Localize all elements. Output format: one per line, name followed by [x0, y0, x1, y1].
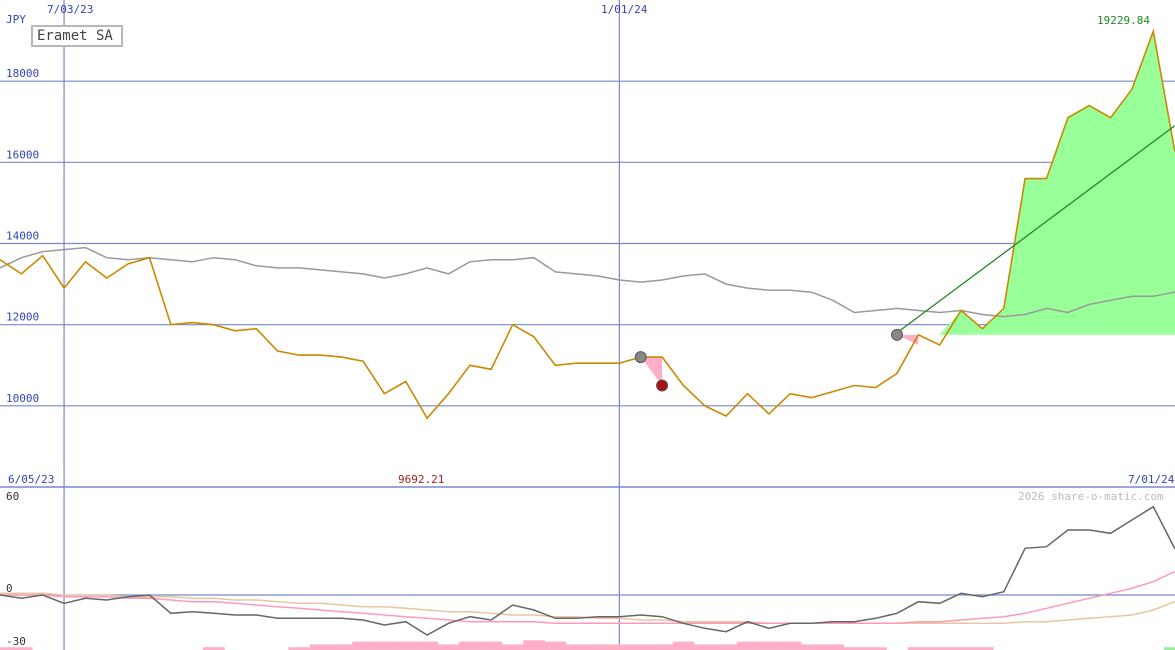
bottom-date-label-1: 6/05/23: [8, 473, 54, 486]
indicator-line-momentum: [0, 505, 1175, 636]
volume-bar: [416, 641, 439, 650]
volume-bars: [0, 640, 1175, 650]
price-tick-label: 16000: [6, 148, 39, 161]
price-tick-label: 12000: [6, 311, 39, 324]
volume-bar: [651, 644, 674, 650]
indicator-lines: [0, 505, 1175, 636]
price-tick-label: 14000: [6, 230, 39, 243]
indicator-tick-label: 60: [6, 490, 19, 503]
volume-bar: [331, 644, 353, 650]
top-date-label-1: 7/03/23: [47, 3, 93, 16]
volume-bar: [309, 644, 332, 650]
volume-bar: [544, 641, 567, 650]
volume-bar: [395, 641, 417, 650]
price-fills: [640, 31, 1175, 386]
indicator-tick-label: -30: [6, 635, 26, 648]
volume-bar: [437, 644, 460, 650]
copyright-label: 2026 share-o-matic.com: [1018, 490, 1164, 503]
volume-bar: [373, 641, 396, 650]
volume-bar: [565, 644, 588, 650]
volume-bar: [608, 644, 631, 650]
volume-bar: [459, 641, 482, 650]
indicator-line-signal-slow: [0, 592, 1175, 625]
top-date-label-2: 1/01/24: [601, 3, 648, 16]
chart-title: Eramet SA: [31, 25, 123, 47]
price-line: [0, 28, 1175, 420]
volume-bar: [694, 644, 716, 650]
volume-bar: [758, 641, 781, 650]
indicator-grid: -30060: [0, 490, 1175, 648]
volume-bar: [523, 640, 546, 650]
price-marker: [634, 351, 647, 364]
min-value-label: 9692.21: [398, 473, 444, 486]
price-tick-label: 10000: [6, 392, 39, 405]
chart-labels: JPY 7/03/23 1/01/24 6/05/23 7/01/24 1922…: [6, 3, 1175, 503]
max-value-label: 19229.84: [1097, 14, 1150, 27]
volume-bar: [587, 644, 610, 650]
gain-fill-area: [897, 31, 1175, 335]
volume-bar: [800, 644, 823, 650]
volume-bar: [480, 641, 503, 650]
volume-bar: [352, 641, 375, 650]
volume-bar: [501, 644, 524, 650]
volume-bar: [779, 641, 802, 650]
price-tick-label: 18000: [6, 67, 39, 80]
price-marker: [656, 379, 669, 392]
price-marker: [891, 328, 903, 341]
chart-canvas: 10000 12000 14000 16000 18000 -30060 JPY 7/0…: [0, 0, 1175, 650]
moving-average-line: [0, 246, 1175, 318]
volume-bar: [736, 641, 759, 650]
price-markers: [634, 328, 903, 392]
volume-bar: [822, 644, 845, 650]
currency-label: JPY: [6, 13, 26, 26]
price-lines: [0, 28, 1175, 420]
volume-bar: [715, 644, 738, 650]
volume-bar: [672, 641, 695, 650]
bottom-date-label-2: 7/01/24: [1128, 473, 1175, 486]
volume-bar: [630, 644, 652, 650]
